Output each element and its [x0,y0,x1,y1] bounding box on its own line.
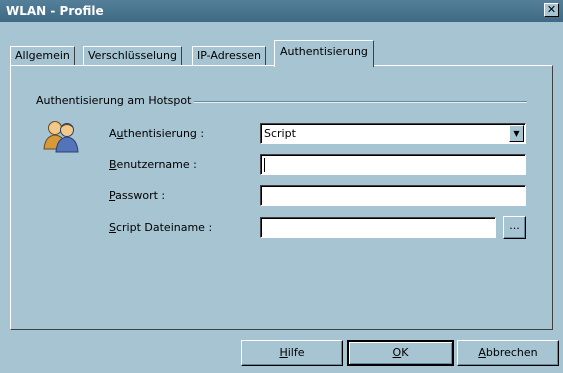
tab-label: Verschlüsselung [88,49,177,62]
tab-ip-adressen[interactable]: IP-Adressen [192,46,266,66]
group-label: Authentisierung am Hotspot [33,94,195,107]
password-label: Passwort : [109,189,166,202]
tab-label: Authentisierung [280,45,368,58]
username-input[interactable] [260,154,526,175]
password-input[interactable] [260,185,526,206]
username-label: Benutzername : [109,158,197,171]
close-icon: ✕ [546,3,557,16]
dropdown-button[interactable]: ▼ [509,125,524,142]
help-button[interactable]: Hilfe [241,340,343,366]
script-filename-label: Script Dateiname : [109,221,213,234]
tab-verschluesselung[interactable]: Verschlüsselung [83,46,182,66]
users-icon [43,121,79,153]
tab-label: Allgemein [15,49,70,62]
auth-select-value: Script [264,127,296,140]
title-bar: WLAN - Profile ✕ [0,0,563,22]
cancel-button[interactable]: Abbrechen [457,340,559,366]
tab-authentisierung[interactable]: Authentisierung [274,40,374,67]
tab-allgemein[interactable]: Allgemein [10,46,75,66]
window-title: WLAN - Profile [6,4,104,18]
auth-label: Authentisierung : [109,127,205,140]
chevron-down-icon: ▼ [513,129,520,138]
ok-button[interactable]: OK [347,340,454,366]
auth-select[interactable]: Script ▼ [260,123,526,144]
script-filename-input[interactable] [260,217,496,238]
close-button[interactable]: ✕ [544,3,559,17]
browse-button[interactable]: ... [503,216,526,239]
tab-label: IP-Adressen [197,49,261,62]
text-caret [264,158,265,172]
